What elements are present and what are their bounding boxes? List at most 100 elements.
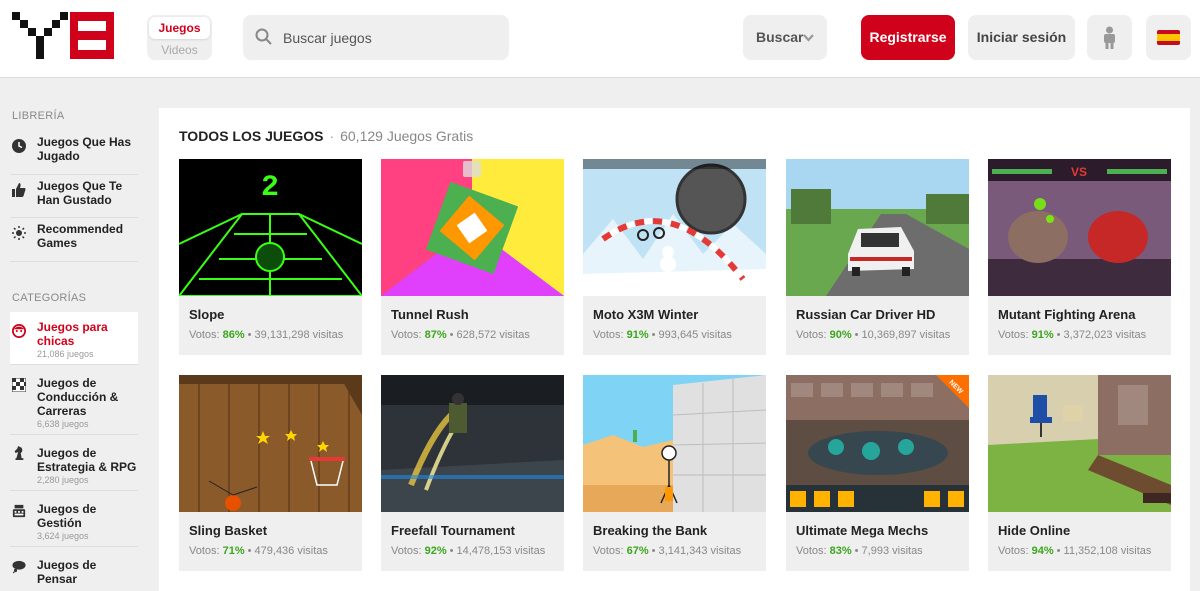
sidebar-item-recommended[interactable]: Recommended Games xyxy=(10,222,138,262)
game-title: Slope xyxy=(189,307,225,322)
sidebar-item-label: Recommended Games xyxy=(37,222,124,250)
vote-percent: 67% xyxy=(626,545,649,557)
search-box xyxy=(243,15,509,60)
game-card-ultimate-mega-mechs[interactable]: NEW Ultimate Mega Mechs Votos: 83% • 7,993… xyxy=(786,375,969,571)
game-stats: Votos: 71% • 479,436 visitas xyxy=(189,545,328,557)
sidebar-item-label: Juegos de Conducción & Carreras xyxy=(37,376,119,418)
site-logo[interactable] xyxy=(12,12,114,59)
sun-icon xyxy=(12,226,26,240)
game-thumbnail xyxy=(786,159,969,296)
sidebar-item-label: Juegos Que Has Jugado xyxy=(37,135,132,163)
game-thumbnail: NEW xyxy=(786,375,969,512)
game-thumbnail xyxy=(583,159,766,296)
library-heading: LIBRERÍA xyxy=(12,110,65,122)
game-thumbnail xyxy=(381,375,564,512)
games-panel: TODOS LOS JUEGOS · 60,129 Juegos Gratis 2 … xyxy=(159,108,1190,591)
game-stats: Votos: 83% • 7,993 visitas xyxy=(796,545,923,557)
checkered-flag-icon xyxy=(12,378,26,392)
search-icon xyxy=(255,28,272,45)
category-count: 21,086 juegos xyxy=(37,349,94,359)
search-input[interactable] xyxy=(283,15,503,60)
sidebar-item-liked[interactable]: Juegos Que Te Han Gustado xyxy=(10,179,138,218)
game-card-russian-car-driver[interactable]: Russian Car Driver HD Votos: 90% • 10,369,… xyxy=(786,159,969,355)
sidebar-item-girls[interactable]: Juegos para chicas 21,086 juegos xyxy=(10,312,138,365)
category-count: 3,624 juegos xyxy=(37,531,89,541)
chess-knight-icon xyxy=(14,446,24,460)
categories-heading: CATEGORÍAS xyxy=(12,292,87,304)
spain-flag-icon xyxy=(1157,30,1180,45)
game-thumbnail xyxy=(988,375,1171,512)
game-card-mutant-fighting-arena[interactable]: VS Mutant Fighting Arena Votos: 91% • 3,37… xyxy=(988,159,1171,355)
game-card-moto-x3m-winter[interactable]: Moto X3M Winter Votos: 91% • 993,645 visit… xyxy=(583,159,766,355)
sidebar-item-played[interactable]: Juegos Que Has Jugado xyxy=(10,135,138,175)
thumbs-up-icon xyxy=(12,183,26,197)
game-card-sling-basket[interactable]: Sling Basket Votos: 71% • 479,436 visitas xyxy=(179,375,362,571)
sidebar-item-management[interactable]: Juegos de Gestión 3,624 juegos xyxy=(10,494,138,547)
sidebar-item-label: Juegos de Pensar xyxy=(37,558,97,586)
login-button[interactable]: Iniciar sesión xyxy=(968,15,1075,60)
game-stats: Votos: 92% • 14,478,153 visitas xyxy=(391,545,546,557)
sidebar-item-strategy[interactable]: Juegos de Estrategia & RPG 2,280 juegos xyxy=(10,438,138,491)
vote-percent: 91% xyxy=(1031,329,1054,341)
category-count: 6,638 juegos xyxy=(37,419,89,429)
game-thumbnail: VS xyxy=(988,159,1171,296)
vote-percent: 94% xyxy=(1031,545,1054,557)
vote-percent: 87% xyxy=(424,329,447,341)
vote-percent: 90% xyxy=(829,329,852,341)
category-count: 2,280 juegos xyxy=(37,475,89,485)
sidebar-item-label: Juegos de Estrategia & RPG xyxy=(37,446,137,474)
mode-games-tab[interactable]: Juegos xyxy=(149,17,210,39)
game-card-hide-online[interactable]: Hide Online Votos: 94% • 11,352,108 visita… xyxy=(988,375,1171,571)
game-stats: Votos: 87% • 628,572 visitas xyxy=(391,329,530,341)
svg-text:VS: VS xyxy=(1071,165,1087,179)
game-stats: Votos: 86% • 39,131,298 visitas xyxy=(189,329,344,341)
game-title: Mutant Fighting Arena xyxy=(998,307,1136,322)
language-button[interactable] xyxy=(1146,15,1191,60)
game-thumbnail xyxy=(179,375,362,512)
game-thumbnail xyxy=(381,159,564,296)
vote-percent: 83% xyxy=(829,545,852,557)
vote-percent: 86% xyxy=(222,329,245,341)
game-stats: Votos: 91% • 3,372,023 visitas xyxy=(998,329,1147,341)
game-thumbnail: 2 xyxy=(179,159,362,296)
sidebar-item-label: Juegos Que Te Han Gustado xyxy=(37,179,123,207)
thought-bubble-icon xyxy=(12,560,26,574)
game-card-breaking-the-bank[interactable]: Breaking the Bank Votos: 67% • 3,141,343 v… xyxy=(583,375,766,571)
game-title: Sling Basket xyxy=(189,523,268,538)
chevron-down-icon xyxy=(803,34,814,42)
profile-button[interactable] xyxy=(1087,15,1132,60)
game-stats: Votos: 67% • 3,141,343 visitas xyxy=(593,545,742,557)
game-stats: Votos: 90% • 10,369,897 visitas xyxy=(796,329,951,341)
sidebar-item-racing[interactable]: Juegos de Conducción & Carreras 6,638 ju… xyxy=(10,368,138,435)
game-card-tunnel-rush[interactable]: Tunnel Rush Votos: 87% • 628,572 visitas xyxy=(381,159,564,355)
game-title: Breaking the Bank xyxy=(593,523,708,538)
game-stats: Votos: 94% • 11,352,108 visitas xyxy=(998,545,1152,557)
sidebar-item-label: Juegos para chicas xyxy=(37,320,108,348)
game-title: Freefall Tournament xyxy=(391,523,516,538)
sidebar-item-thinking[interactable]: Juegos de Pensar xyxy=(10,550,138,591)
game-title: Ultimate Mega Mechs xyxy=(796,523,929,538)
game-card-freefall-tournament[interactable]: Freefall Tournament Votos: 92% • 14,478,15… xyxy=(381,375,564,571)
game-title: Tunnel Rush xyxy=(391,307,469,322)
clock-icon xyxy=(12,139,26,153)
search-button[interactable]: Buscar xyxy=(743,15,827,60)
vote-percent: 91% xyxy=(626,329,649,341)
game-title: Moto X3M Winter xyxy=(593,307,699,322)
game-stats: Votos: 91% • 993,645 visitas xyxy=(593,329,732,341)
game-thumbnail xyxy=(583,375,766,512)
sidebar: LIBRERÍA Juegos Que Has Jugado Juegos Qu… xyxy=(0,79,150,591)
page-title-text: TODOS LOS JUEGOS xyxy=(179,128,324,144)
vote-percent: 92% xyxy=(424,545,447,557)
register-button[interactable]: Registrarse xyxy=(861,15,955,60)
games-count: 60,129 Juegos Gratis xyxy=(340,128,474,144)
game-card-slope[interactable]: 2 Slope Votos: 86% • 39,131,298 visitas xyxy=(179,159,362,355)
top-header: Juegos Videos Buscar Registrarse Iniciar… xyxy=(0,0,1200,78)
content-mode-switch: Juegos Videos xyxy=(147,15,212,60)
game-title: Hide Online xyxy=(998,523,1071,538)
user-silhouette-icon xyxy=(1104,26,1115,49)
cash-register-icon xyxy=(12,504,26,518)
girl-face-icon xyxy=(12,324,26,338)
mode-videos-tab[interactable]: Videos xyxy=(147,41,212,59)
page-title: TODOS LOS JUEGOS · 60,129 Juegos Gratis xyxy=(179,128,473,144)
vote-percent: 71% xyxy=(222,545,245,557)
